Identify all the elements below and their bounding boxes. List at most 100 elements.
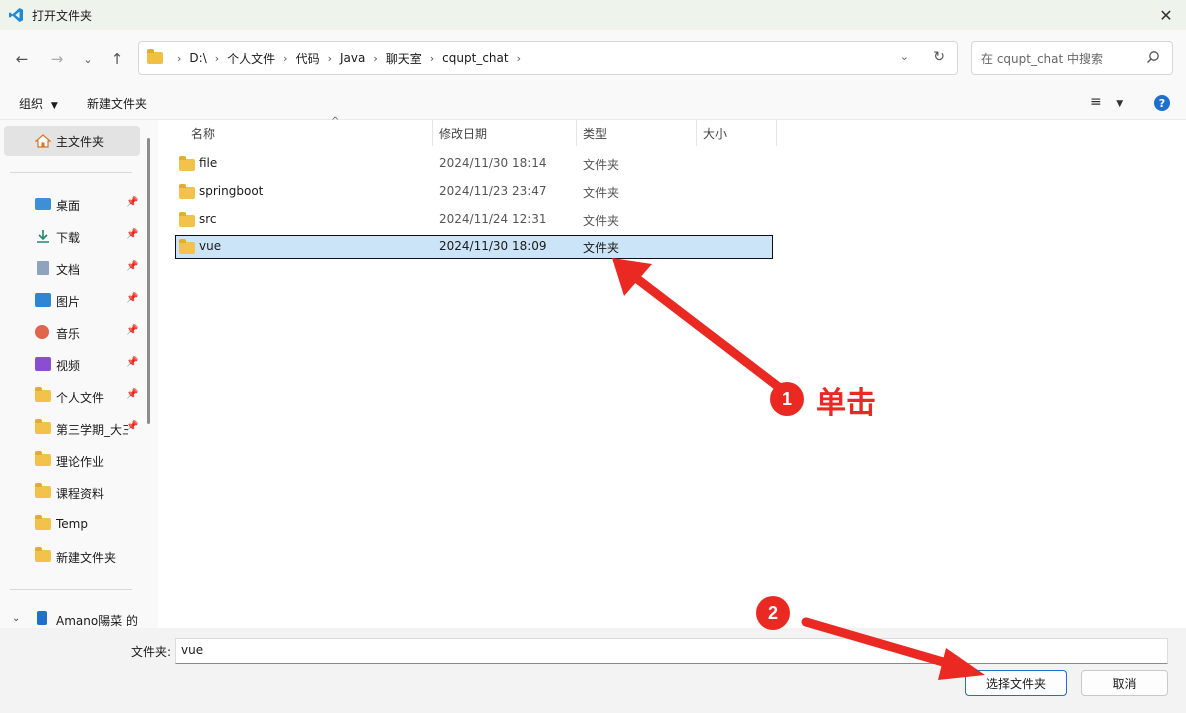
pin-icon[interactable]: 📌 xyxy=(126,229,138,240)
sidebar-item-this-pc[interactable]: ⌄ Amano陽菜 的 xyxy=(0,610,150,630)
pin-icon[interactable]: 📌 xyxy=(126,261,138,272)
sidebar-item-documents[interactable]: 文档 📌 xyxy=(0,254,150,282)
sidebar-item-music[interactable]: 音乐 📌 xyxy=(0,318,150,346)
close-button[interactable]: ✕ xyxy=(1146,0,1186,30)
picture-icon xyxy=(35,293,51,307)
search-box[interactable]: 在 cqupt_chat 中搜索 xyxy=(971,41,1173,75)
organize-button[interactable]: 组织 ▼ xyxy=(19,95,58,112)
breadcrumb-item[interactable]: 代码 xyxy=(296,50,320,67)
cancel-button[interactable]: 取消 xyxy=(1081,670,1168,696)
pin-icon[interactable]: 📌 xyxy=(126,357,138,368)
column-header-name[interactable]: 名称 ^ xyxy=(185,116,433,146)
step-badge-1: 1 xyxy=(770,382,804,416)
sidebar-item-third-semester[interactable]: 第三学期_大三 📌 xyxy=(0,414,150,442)
folder-icon xyxy=(35,419,51,434)
folder-name-input[interactable]: vue xyxy=(175,638,1168,664)
file-date: 2024/11/23 23:47 xyxy=(439,184,547,198)
search-icon xyxy=(1147,51,1159,63)
chevron-right-icon: › xyxy=(177,51,182,65)
sidebar-item-temp[interactable]: Temp xyxy=(0,510,150,538)
folder-icon xyxy=(147,49,163,64)
sidebar-item-desktop[interactable]: 桌面 📌 xyxy=(0,190,150,218)
chevron-right-icon[interactable]: › xyxy=(373,52,377,65)
address-bar[interactable]: › D:\ › 个人文件 › 代码 › Java › 聊天室 › cqupt_c… xyxy=(138,41,958,75)
up-button[interactable]: ↑ xyxy=(106,48,128,70)
sidebar-item-home[interactable]: 主文件夹 xyxy=(4,126,140,156)
folder-icon xyxy=(179,184,195,199)
column-header-label: 名称 xyxy=(191,127,216,141)
sidebar-item-new-folder[interactable]: 新建文件夹 xyxy=(0,542,150,570)
download-icon xyxy=(37,230,49,243)
organize-label: 组织 xyxy=(19,97,44,111)
sidebar-item-label: 下载 xyxy=(56,231,81,245)
sidebar-item-label: 文档 xyxy=(56,263,81,277)
pin-icon[interactable]: 📌 xyxy=(126,389,138,400)
column-header-size[interactable]: 大小 xyxy=(697,120,777,146)
pin-icon[interactable]: 📌 xyxy=(126,197,138,208)
breadcrumb-item[interactable]: D:\ xyxy=(189,51,206,65)
chevron-right-icon[interactable]: › xyxy=(215,52,219,65)
step-badge-2: 2 xyxy=(756,596,790,630)
folder-name-label: 文件夹: xyxy=(131,645,172,659)
column-header-label: 大小 xyxy=(703,127,728,141)
list-view-icon: ≡ xyxy=(1090,94,1102,110)
folder-icon xyxy=(35,387,51,402)
breadcrumb-item[interactable]: cqupt_chat xyxy=(442,51,508,65)
file-type: 文件夹 xyxy=(583,186,620,200)
chevron-right-icon[interactable]: › xyxy=(328,52,332,65)
column-header-type[interactable]: 类型 xyxy=(577,120,697,146)
sidebar-scrollbar[interactable] xyxy=(147,138,150,424)
folder-icon xyxy=(35,547,51,562)
view-options-button[interactable]: ≡ ▼ xyxy=(1090,94,1123,110)
title-bar: 打开文件夹 ✕ xyxy=(0,0,1186,30)
search-input[interactable]: 在 cqupt_chat 中搜索 xyxy=(981,50,1103,67)
file-date: 2024/11/24 12:31 xyxy=(439,212,547,226)
sidebar-item-videos[interactable]: 视频 📌 xyxy=(0,350,150,378)
select-folder-button[interactable]: 选择文件夹 xyxy=(965,670,1067,696)
chevron-right-icon[interactable]: › xyxy=(430,52,434,65)
file-row-selected[interactable]: vue 2024/11/30 18:09 文件夹 xyxy=(175,235,773,259)
video-icon xyxy=(35,357,51,371)
help-icon[interactable]: ? xyxy=(1154,95,1170,111)
chevron-right-icon[interactable]: › xyxy=(517,52,521,65)
breadcrumb-item[interactable]: 聊天室 xyxy=(386,50,422,67)
sidebar-item-label: 视频 xyxy=(56,359,81,373)
pin-icon[interactable]: 📌 xyxy=(126,293,138,304)
music-icon xyxy=(35,325,49,339)
sidebar-item-label: Amano陽菜 的 xyxy=(56,614,139,628)
sidebar-item-course-materials[interactable]: 课程资料 xyxy=(0,478,150,506)
file-row[interactable]: src 2024/11/24 12:31 文件夹 xyxy=(175,208,773,232)
file-row[interactable]: file 2024/11/30 18:14 文件夹 xyxy=(175,152,773,176)
sidebar-item-label: 音乐 xyxy=(56,327,81,341)
pin-icon[interactable]: 📌 xyxy=(126,325,138,336)
chevron-down-icon[interactable]: ⌄ xyxy=(12,613,20,624)
file-row[interactable]: springboot 2024/11/23 23:47 文件夹 xyxy=(175,180,773,204)
breadcrumb-item[interactable]: 个人文件 xyxy=(227,50,275,67)
forward-button[interactable]: → xyxy=(46,48,68,70)
home-icon xyxy=(35,134,51,148)
folder-icon xyxy=(179,212,195,227)
document-icon xyxy=(37,261,49,275)
back-button[interactable]: ← xyxy=(11,48,33,70)
file-name: vue xyxy=(199,239,222,253)
pin-icon[interactable]: 📌 xyxy=(126,421,138,432)
sidebar-item-label: 个人文件 xyxy=(56,391,105,405)
file-name: springboot xyxy=(199,184,264,198)
column-header-label: 修改日期 xyxy=(439,127,488,141)
sidebar-item-downloads[interactable]: 下载 📌 xyxy=(0,222,150,250)
file-type: 文件夹 xyxy=(583,214,620,228)
arrow-right-icon: → xyxy=(50,50,64,68)
sidebar-item-pictures[interactable]: 图片 📌 xyxy=(0,286,150,314)
refresh-icon[interactable]: ↻ xyxy=(933,49,945,65)
sidebar-item-theory-homework[interactable]: 理论作业 xyxy=(0,446,150,474)
file-type: 文件夹 xyxy=(583,241,620,255)
address-history-dropdown[interactable]: ⌄ xyxy=(900,50,909,63)
file-list: 名称 ^ 修改日期 类型 大小 file 2024/11/30 18:14 文件… xyxy=(158,116,1186,628)
breadcrumb-item[interactable]: Java xyxy=(340,51,365,65)
sidebar-item-personal-files[interactable]: 个人文件 📌 xyxy=(0,382,150,410)
chevron-right-icon[interactable]: › xyxy=(283,52,287,65)
column-header-date[interactable]: 修改日期 xyxy=(433,120,577,146)
recent-locations-button[interactable]: ⌄ xyxy=(77,48,99,70)
new-folder-button[interactable]: 新建文件夹 xyxy=(87,95,147,112)
sidebar-item-label: 新建文件夹 xyxy=(56,551,117,565)
